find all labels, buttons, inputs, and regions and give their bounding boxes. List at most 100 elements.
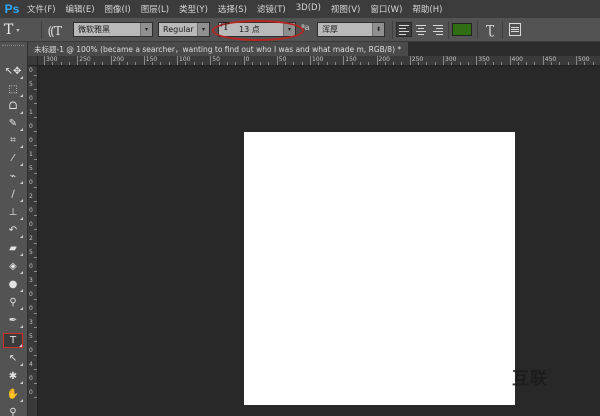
ruler-label: 300 [445, 56, 457, 63]
menu-item[interactable]: 滤镜(T) [252, 3, 291, 15]
pen-tool-button[interactable]: ✒ [3, 313, 23, 328]
ruler-tick [476, 56, 478, 65]
text-color-swatch[interactable] [452, 23, 472, 36]
paint-bucket-tool-button[interactable]: ◈ [3, 259, 23, 274]
ruler-label: 0 [29, 389, 33, 396]
ruler-tick [110, 56, 112, 65]
align-left-button[interactable] [396, 22, 412, 37]
font-family-value: 微软雅黑 [78, 25, 110, 34]
tool-group-indicator [20, 163, 23, 166]
align-center-button[interactable] [413, 22, 429, 37]
marquee-tool-button[interactable]: ⬚ [3, 82, 23, 97]
warp-text-button[interactable]: Ʈ [482, 21, 498, 39]
ruler-tick [576, 56, 577, 65]
font-family-select[interactable]: 微软雅黑 ▾ [73, 22, 153, 37]
ruler-label: 3 [29, 277, 33, 284]
ruler-origin[interactable] [28, 56, 38, 66]
ruler-label: 100 [312, 56, 324, 63]
ruler-label: 150 [145, 56, 158, 63]
menu-item[interactable]: 类型(Y) [174, 3, 213, 15]
divider [392, 21, 393, 39]
ruler-label: 0 [29, 179, 33, 186]
eraser-tool-button[interactable]: ▰ [3, 241, 23, 256]
blur-tool-icon: ● [8, 279, 18, 290]
dodge-tool-button[interactable]: ⚲ [3, 295, 23, 310]
custom-shape-tool-icon: ✱ [8, 371, 18, 382]
tool-preset-picker[interactable]: T ▾ [4, 21, 38, 39]
quick-select-tool-button[interactable]: ✎ [3, 116, 23, 131]
ruler-label: 0 [29, 347, 33, 354]
ruler-tick [409, 56, 411, 65]
menu-item[interactable]: 视图(V) [326, 3, 365, 15]
blur-tool-button[interactable]: ● [3, 277, 23, 292]
ruler-label: 200 [378, 56, 390, 63]
ruler-label: 50 [278, 56, 287, 63]
panel-grip[interactable] [2, 45, 24, 48]
toggle-text-orientation-button[interactable]: ⸨T [46, 21, 64, 39]
tool-group-indicator [19, 344, 22, 347]
hand-tool-button[interactable]: ✋ [3, 387, 23, 402]
vertical-ruler[interactable]: 0 5 0 1 0 0 1 5 0 2 0 0 2 5 0 3 0 0 3 5 0 4 0 0 [28, 66, 38, 416]
ruler-label: 400 [511, 56, 523, 63]
menu-item[interactable]: 文件(F) [22, 3, 61, 15]
menu-item[interactable]: 窗口(W) [365, 3, 407, 15]
crop-tool-icon: ⌗ [10, 135, 16, 146]
ruler-tick [509, 56, 511, 65]
move-tool-button[interactable]: ↖✥ [3, 64, 23, 79]
menu-item[interactable]: 选择(S) [213, 3, 252, 15]
ruler-tick [343, 56, 345, 65]
menu-bar: Ps 文件(F) 编辑(E) 图像(I) 图层(L) 类型(Y) 选择(S) 滤镜(T) 3D… [0, 0, 600, 18]
character-panel-icon[interactable] [509, 23, 521, 36]
divider [448, 21, 449, 39]
custom-shape-tool-button[interactable]: ✱ [3, 369, 23, 384]
horizontal-ruler[interactable]: 300 250 200 150 100 50 0 50 100 150 200 250 300 350 40… [38, 56, 600, 66]
menu-item[interactable]: 3D(D) [291, 3, 326, 15]
menu-item[interactable]: 帮助(H) [407, 3, 447, 15]
path-select-tool-icon: ↖ [8, 353, 18, 364]
chevron-down-icon: ▾ [16, 26, 20, 34]
tool-group-indicator [20, 307, 23, 310]
align-right-button[interactable] [430, 22, 446, 37]
align-right-icon [433, 24, 443, 26]
ruler-label: 350 [478, 56, 490, 63]
ruler-tick [443, 56, 444, 65]
brush-tool-button[interactable]: ∕ [3, 187, 23, 202]
tool-group-indicator [20, 325, 23, 328]
path-select-tool-button[interactable]: ↖ [3, 351, 23, 366]
stamp-tool-icon: ⊥ [8, 207, 18, 218]
ruler-label: 2 [29, 193, 33, 200]
menu-item[interactable]: 图像(I) [100, 3, 136, 15]
healing-brush-tool-button[interactable]: ⌁ [3, 169, 23, 184]
menu-item[interactable]: 编辑(E) [61, 3, 100, 15]
ruler-tick [243, 56, 245, 65]
crop-tool-button[interactable]: ⌗ [3, 133, 23, 148]
anti-alias-select[interactable]: 浑厚 ⬍ [317, 22, 385, 37]
ruler-label: 5 [29, 249, 33, 256]
divider [41, 21, 42, 39]
brush-tool-icon: ∕ [11, 189, 15, 200]
ruler-tick [310, 56, 311, 65]
history-brush-tool-icon: ↶ [8, 225, 18, 236]
tool-group-indicator [20, 128, 23, 131]
type-tool-button[interactable]: T [3, 333, 23, 348]
font-style-select[interactable]: Regular ▾ [158, 22, 210, 37]
tool-group-indicator [20, 289, 23, 292]
ruler-label: 0 [29, 137, 33, 144]
lasso-tool-button[interactable]: ᗝ [3, 99, 23, 114]
ruler-label: 150 [345, 56, 357, 63]
chevron-down-icon: ▾ [197, 23, 209, 36]
ruler-label: 500 [578, 56, 590, 63]
document-tab[interactable]: 未标题-1 @ 100% (became a searcher，wanting … [28, 42, 408, 56]
align-center-icon [416, 24, 426, 26]
history-brush-tool-button[interactable]: ↶ [3, 223, 23, 238]
paint-bucket-tool-icon: ◈ [9, 261, 17, 272]
eyedropper-tool-button[interactable]: ⁄ [3, 151, 23, 166]
zoom-tool-button[interactable]: ⚲ [3, 405, 23, 416]
chevron-down-icon: ▾ [140, 23, 152, 36]
document-canvas[interactable] [244, 132, 515, 405]
stamp-tool-button[interactable]: ⊥ [3, 205, 23, 220]
menu-item[interactable]: 图层(L) [136, 3, 174, 15]
tool-group-indicator [20, 217, 23, 220]
tool-group-indicator [20, 235, 23, 238]
close-icon[interactable]: × [407, 45, 408, 54]
